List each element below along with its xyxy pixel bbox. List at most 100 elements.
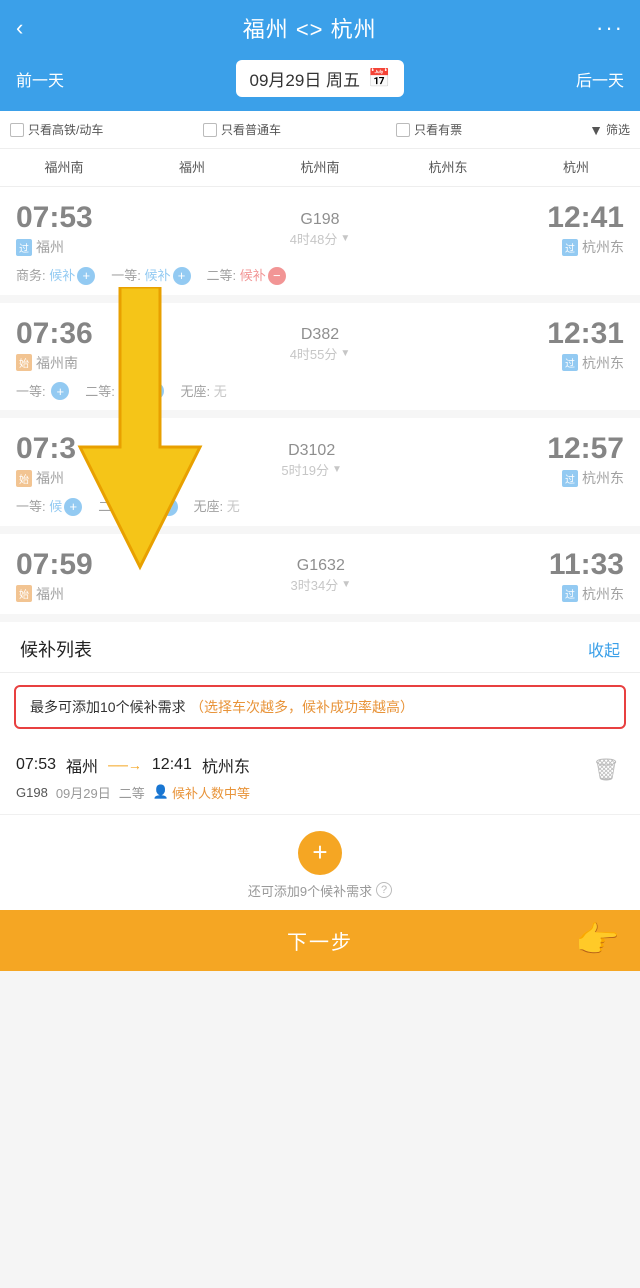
tab-fuzhounan[interactable]: 福州南 [0, 149, 128, 186]
train-no-d3102: D3102 [76, 442, 547, 460]
hint-info-icon[interactable]: ? [376, 882, 392, 898]
depart-time-g1632: 07:59 [16, 548, 93, 582]
train-card-d3102[interactable]: 07:3 始 福州 D3102 5时19分 ▼ 12:57 过 杭州东 [0, 418, 640, 534]
tab-fuzhou[interactable]: 福州 [128, 149, 256, 186]
checkbox-normal[interactable] [203, 123, 217, 137]
bottom-bar[interactable]: 下一步 👉 [0, 910, 640, 971]
ticket-status-2: 候补 [240, 268, 266, 283]
depart-station-d3102: 福州 [36, 468, 64, 488]
ticket-remove-2[interactable]: − [268, 267, 286, 285]
tab-hangzhoudong[interactable]: 杭州东 [384, 149, 512, 186]
booking-route: 07:53 福州 ──→ 12:41 杭州东 [16, 753, 250, 777]
arrive-station-g1632: 杭州东 [582, 584, 624, 604]
filter-button[interactable]: ▼ 筛选 [589, 121, 630, 138]
booking-depart-station: 福州 [66, 753, 98, 777]
filter-normal-label: 只看普通车 [221, 121, 281, 138]
next-step-button[interactable]: 下一步 [287, 926, 353, 955]
filter-icon: ▼ [589, 122, 603, 138]
depart-badge-g198: 过 [16, 239, 32, 256]
filter-high-speed-label: 只看高铁/动车 [28, 121, 103, 138]
tab-hangzhou[interactable]: 杭州 [512, 149, 640, 186]
route-arrow-icon: ──→ [108, 757, 142, 773]
tab-hangzhounan[interactable]: 杭州南 [256, 149, 384, 186]
collapse-button[interactable]: 收起 [588, 637, 620, 661]
arrive-badge-g1632: 过 [562, 585, 578, 602]
ticket-d382-1: 一等: + [16, 381, 69, 401]
date-bar: 前一天 09月29日 周五 📅 后一天 [0, 54, 640, 111]
app-header: ‹ 福州 <> 杭州 ··· [0, 0, 640, 54]
back-button[interactable]: ‹ [16, 15, 23, 41]
panel-header: 候补列表 收起 [0, 622, 640, 673]
ticket-add-1[interactable]: + [173, 267, 191, 285]
train-card-g198[interactable]: 07:53 过 福州 G198 4时48分 ▼ 12:41 过 杭州东 [0, 187, 640, 303]
more-button[interactable]: ··· [596, 15, 624, 41]
notice-highlight: （选择车次越多，候补成功率越高） [190, 699, 414, 715]
ticket-add-d3102-1[interactable]: + [64, 498, 82, 516]
arrive-badge-g198: 过 [562, 239, 578, 256]
prev-day-button[interactable]: 前一天 [16, 67, 64, 91]
ticket-d382-3: 无座: 无 [180, 381, 226, 400]
filter-high-speed[interactable]: 只看高铁/动车 [10, 121, 197, 138]
depart-time-g198: 07:53 [16, 201, 93, 235]
filter-normal[interactable]: 只看普通车 [203, 121, 390, 138]
booking-date: 09月29日 [56, 783, 111, 802]
ticket-add-d382-2[interactable]: + [146, 382, 164, 400]
depart-time-d3102: 07:3 [16, 432, 76, 466]
waitlist-label: 候补人数中等 [172, 783, 250, 802]
delete-button[interactable]: 🗑 [588, 753, 624, 787]
booking-seat-class: 二等 [119, 783, 145, 802]
notice-box: 最多可添加10个候补需求 （选择车次越多，候补成功率越高） [14, 685, 626, 729]
date-value: 09月29日 周五 [250, 66, 361, 91]
add-section: + 还可添加9个候补需求 ? [0, 815, 640, 910]
booking-arrive-station: 杭州东 [202, 753, 250, 777]
panel-title: 候补列表 [20, 636, 92, 662]
booking-depart-time: 07:53 [16, 756, 56, 774]
duration-d382: 4时55分 ▼ [93, 344, 548, 363]
depart-time-d382: 07:36 [16, 317, 93, 351]
depart-badge-d382: 始 [16, 354, 32, 371]
train-no-g198: G198 [93, 211, 548, 229]
ticket-d3102-1: 一等: 候+ [16, 496, 82, 516]
train-card-d382[interactable]: 07:36 始 福州南 D382 4时55分 ▼ 12:31 过 杭州东 [0, 303, 640, 419]
depart-station-d382: 福州南 [36, 353, 78, 373]
duration-d3102: 5时19分 ▼ [76, 460, 547, 479]
date-picker[interactable]: 09月29日 周五 📅 [236, 60, 405, 97]
filter-label: 筛选 [606, 121, 630, 138]
ticket-status-1: 候补 [144, 268, 170, 283]
arrive-time-g1632: 11:33 [549, 548, 624, 582]
arrive-time-g198: 12:41 [547, 201, 624, 235]
ticket-add-0[interactable]: + [77, 267, 95, 285]
depart-badge-d3102: 始 [16, 470, 32, 487]
booking-item[interactable]: 07:53 福州 ──→ 12:41 杭州东 G198 09月29日 二等 👤 … [0, 741, 640, 815]
ticket-d3102-3: 无座: 无 [194, 496, 240, 515]
hand-icon: 👉 [575, 919, 620, 961]
arrive-badge-d382: 过 [562, 354, 578, 371]
page-title: 福州 <> 杭州 [243, 12, 377, 44]
add-hint-text: 还可添加9个候补需求 [248, 881, 372, 900]
duration-g1632: 3时34分 ▼ [93, 575, 549, 594]
add-booking-button[interactable]: + [298, 831, 342, 875]
add-hint: 还可添加9个候补需求 ? [248, 881, 392, 900]
booking-arrive-time: 12:41 [152, 756, 192, 774]
train-card-g1632[interactable]: 07:59 始 福州 G1632 3时34分 ▼ 11:33 过 杭州东 [0, 534, 640, 622]
ticket-status-0: 候补 [49, 268, 75, 283]
arrive-time-d3102: 12:57 [547, 432, 624, 466]
plus-icon: + [312, 837, 327, 868]
next-day-button[interactable]: 后一天 [576, 67, 624, 91]
train-no-g1632: G1632 [93, 557, 549, 575]
ticket-add-d3102-2[interactable]: + [160, 498, 178, 516]
ticket-add-d382-1[interactable]: + [51, 382, 69, 400]
notice-main: 最多可添加10个候补需求 [30, 699, 186, 715]
arrive-station-g198: 杭州东 [582, 237, 624, 257]
ticket-d382-2: 二等: 候补+ [85, 381, 164, 401]
filter-available[interactable]: 只看有票 [396, 121, 583, 138]
bottom-panel: 候补列表 收起 最多可添加10个候补需求 （选择车次越多，候补成功率越高） 07… [0, 622, 640, 910]
ticket-class-2: 二等: 候补− [207, 265, 286, 285]
arrive-badge-d3102: 过 [562, 470, 578, 487]
train-list: 07:53 过 福州 G198 4时48分 ▼ 12:41 过 杭州东 [0, 187, 640, 622]
arrive-station-d382: 杭州东 [582, 353, 624, 373]
checkbox-available[interactable] [396, 123, 410, 137]
filter-bar: 只看高铁/动车 只看普通车 只看有票 ▼ 筛选 [0, 111, 640, 149]
checkbox-high-speed[interactable] [10, 123, 24, 137]
duration-g198: 4时48分 ▼ [93, 229, 548, 248]
